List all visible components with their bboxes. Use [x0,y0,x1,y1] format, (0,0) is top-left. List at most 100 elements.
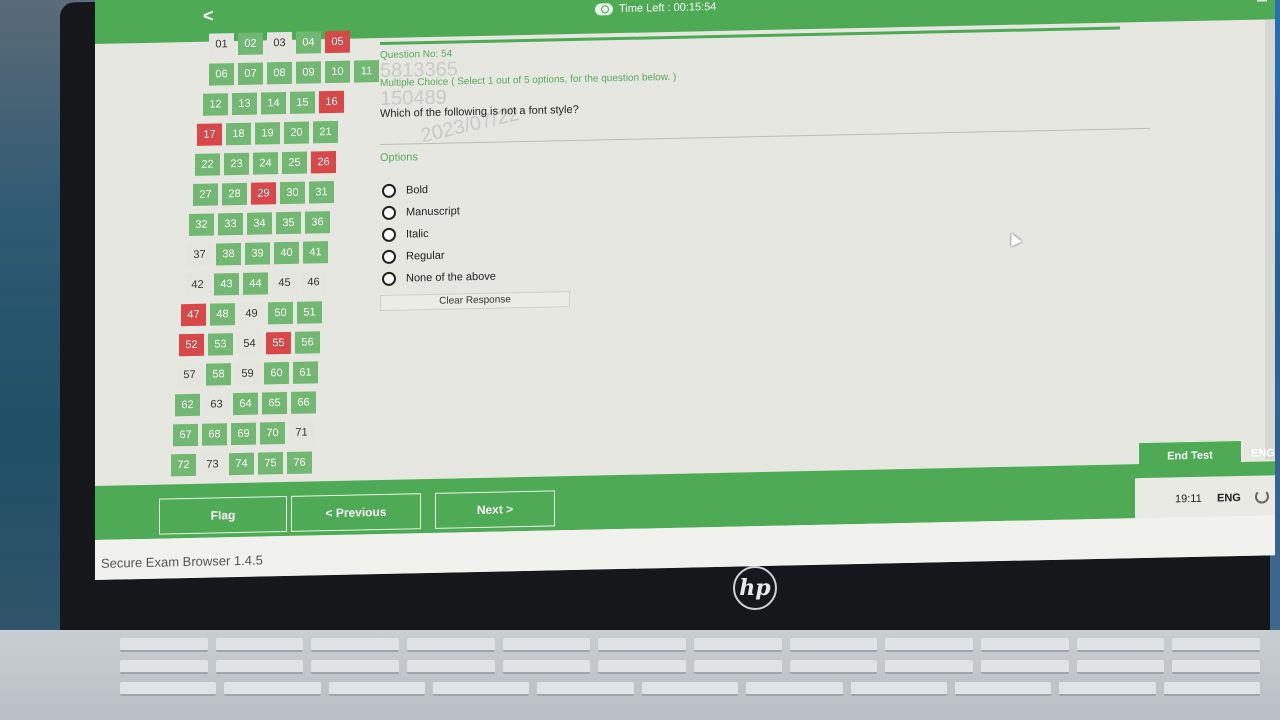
palette-question-27[interactable]: 27 [193,183,218,206]
palette-question-55[interactable]: 55 [266,331,291,355]
palette-question-66[interactable]: 66 [291,391,316,414]
palette-question-75[interactable]: 75 [258,452,283,475]
palette-question-70[interactable]: 70 [260,422,285,445]
palette-question-22[interactable]: 22 [195,153,220,176]
palette-question-54[interactable]: 54 [237,332,262,356]
palette-question-17[interactable]: 17 [197,123,222,146]
next-button[interactable]: Next > [435,490,555,529]
palette-question-05[interactable]: 05 [325,30,350,54]
palette-question-35[interactable]: 35 [276,211,301,235]
palette-question-21[interactable]: 21 [313,120,338,144]
palette-question-13[interactable]: 13 [232,92,257,116]
palette-question-24[interactable]: 24 [253,152,278,175]
palette-question-45[interactable]: 45 [272,271,297,295]
palette-question-71[interactable]: 71 [289,421,314,444]
palette-question-15[interactable]: 15 [290,91,315,114]
radio-button[interactable] [382,183,396,198]
radio-button[interactable] [382,271,396,286]
palette-question-41[interactable]: 41 [303,241,328,264]
palette-question-18[interactable]: 18 [226,122,251,146]
refresh-icon[interactable] [1255,489,1269,504]
option-manuscript[interactable]: Manuscript [382,200,496,224]
palette-question-38[interactable]: 38 [216,242,241,266]
palette-question-63[interactable]: 63 [204,393,229,416]
palette-question-40[interactable]: 40 [274,241,299,265]
palette-question-14[interactable]: 14 [261,91,286,115]
palette-question-59[interactable]: 59 [235,362,260,386]
palette-question-01[interactable]: 01 [209,33,234,56]
palette-question-08[interactable]: 08 [267,61,292,85]
palette-question-69[interactable]: 69 [231,422,256,446]
key-row [120,660,1261,674]
palette-question-31[interactable]: 31 [309,180,334,204]
palette-question-50[interactable]: 50 [268,301,293,325]
palette-question-68[interactable]: 68 [202,423,227,446]
palette-question-53[interactable]: 53 [208,333,233,356]
palette-question-65[interactable]: 65 [262,391,287,415]
option-bold[interactable]: Bold [382,178,496,202]
palette-question-34[interactable]: 34 [247,212,272,235]
palette-question-07[interactable]: 07 [238,62,263,86]
palette-question-16[interactable]: 16 [319,90,344,114]
palette-question-29[interactable]: 29 [251,182,276,205]
scrollbar[interactable] [1265,19,1275,460]
palette-question-61[interactable]: 61 [293,361,318,384]
back-button[interactable]: < [203,6,214,27]
palette-question-43[interactable]: 43 [214,272,239,296]
clear-response-button[interactable]: Clear Response [380,291,570,312]
palette-question-58[interactable]: 58 [206,363,231,386]
radio-button[interactable] [382,205,396,220]
palette-question-60[interactable]: 60 [264,361,289,385]
palette-question-47[interactable]: 47 [181,303,206,327]
palette-question-02[interactable]: 02 [238,32,263,56]
palette-question-72[interactable]: 72 [171,453,196,477]
radio-button[interactable] [382,227,396,242]
radio-button[interactable] [382,249,396,264]
palette-question-09[interactable]: 09 [296,61,321,84]
palette-question-74[interactable]: 74 [229,452,254,476]
palette-question-25[interactable]: 25 [282,151,307,175]
palette-question-39[interactable]: 39 [245,242,270,265]
system-language[interactable]: ENG [1217,492,1241,504]
palette-question-37[interactable]: 37 [187,243,212,267]
palette-question-76[interactable]: 76 [287,451,312,474]
palette-question-23[interactable]: 23 [224,152,249,176]
palette-question-33[interactable]: 33 [218,212,243,236]
palette-question-42[interactable]: 42 [185,273,210,297]
palette-question-03[interactable]: 03 [267,31,292,55]
palette-question-57[interactable]: 57 [177,363,202,387]
hp-logo-text: hp [739,575,771,601]
option-italic[interactable]: Italic [382,222,496,246]
palette-question-28[interactable]: 28 [222,182,247,206]
palette-question-62[interactable]: 62 [175,393,200,417]
palette-question-04[interactable]: 04 [296,31,321,54]
option-label: Italic [406,228,429,241]
option-regular[interactable]: Regular [382,244,496,268]
palette-question-06[interactable]: 06 [209,63,234,86]
palette-question-12[interactable]: 12 [203,93,228,116]
palette-question-36[interactable]: 36 [305,211,330,234]
palette-question-51[interactable]: 51 [297,301,322,324]
palette-question-52[interactable]: 52 [179,333,204,357]
palette-question-73[interactable]: 73 [200,453,225,476]
panel-toggle-icon[interactable] [1257,0,1267,2]
palette-question-67[interactable]: 67 [173,423,198,447]
palette-question-26[interactable]: 26 [311,150,336,174]
palette-question-11[interactable]: 11 [354,60,379,83]
palette-row: 06 07 08 09 10 11 [209,60,379,86]
palette-question-48[interactable]: 48 [210,303,235,326]
option-none-of-the-above[interactable]: None of the above [382,266,496,290]
palette-row: 32 33 34 35 36 [189,211,330,237]
palette-question-30[interactable]: 30 [280,181,305,205]
palette-question-20[interactable]: 20 [284,121,309,145]
flag-button[interactable]: Flag [159,495,287,535]
palette-question-44[interactable]: 44 [243,272,268,295]
palette-question-46[interactable]: 46 [301,271,326,294]
palette-question-56[interactable]: 56 [295,331,320,354]
previous-button[interactable]: < Previous [291,493,421,532]
palette-question-19[interactable]: 19 [255,122,280,145]
palette-question-64[interactable]: 64 [233,392,258,416]
palette-question-10[interactable]: 10 [325,60,350,84]
palette-question-32[interactable]: 32 [189,213,214,237]
palette-question-49[interactable]: 49 [239,302,264,325]
